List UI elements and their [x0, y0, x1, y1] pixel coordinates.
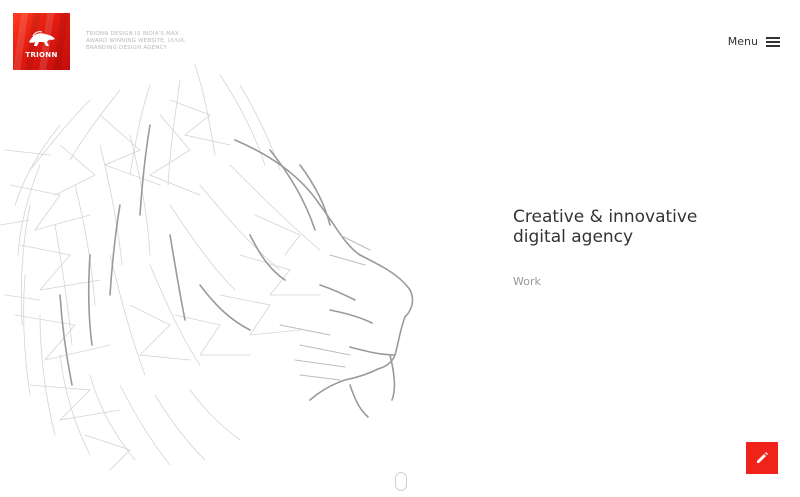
- hero-headline-line2: digital agency: [513, 227, 634, 247]
- hero-headline: Creative & innovative digital agency: [513, 207, 697, 247]
- menu-label: Menu: [727, 35, 758, 48]
- lion-logo-icon: [29, 31, 55, 46]
- agency-tagline: TRIONN DESIGN IS INDIA'S MAX AWARD WINNI…: [86, 31, 187, 51]
- edit-fab-button[interactable]: [746, 442, 778, 474]
- hero-headline-line1: Creative & innovative: [513, 207, 698, 227]
- work-link[interactable]: Work: [513, 275, 541, 288]
- menu-button[interactable]: Menu: [728, 35, 780, 48]
- hamburger-icon: [766, 36, 780, 47]
- pencil-icon: [757, 452, 768, 463]
- lion-illustration: [0, 64, 414, 471]
- page: TRIONN TRIONN DESIGN IS INDIA'S MAX AWAR…: [0, 0, 800, 497]
- mouse-scroll-icon: [395, 472, 407, 491]
